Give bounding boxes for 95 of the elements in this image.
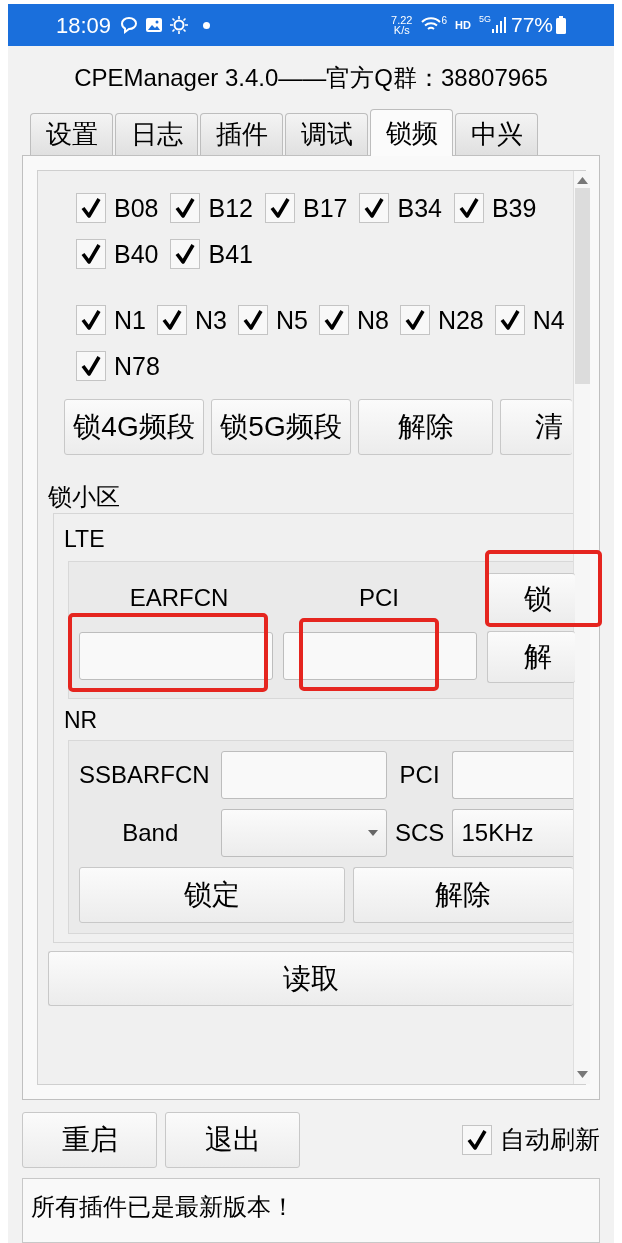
ssbarfcn-field[interactable] [221, 751, 387, 799]
check-icon [363, 197, 386, 219]
network-speed: 7.22 K/s [391, 15, 413, 35]
check-icon [498, 309, 521, 331]
nr-button[interactable]: 锁定 [79, 867, 345, 923]
checkbox[interactable] [318, 305, 349, 335]
check-icon [174, 243, 197, 265]
field-label: PCI [358, 583, 400, 613]
band-label: N4 [532, 307, 565, 333]
hd-label: HD [455, 17, 471, 33]
band-button[interactable]: 清 [500, 399, 572, 455]
check-icon [80, 355, 102, 377]
image-icon [145, 16, 164, 34]
group-title: LTE [64, 528, 106, 551]
auto-refresh-label: 自动刷新 [500, 1124, 600, 1156]
checkbox[interactable] [76, 351, 106, 381]
check-icon [322, 309, 345, 331]
network-type: 5G [478, 13, 491, 27]
check-icon [241, 309, 264, 331]
check-icon [80, 243, 102, 265]
checkbox[interactable] [76, 305, 106, 335]
check-icon [457, 197, 480, 219]
pci-field[interactable] [452, 751, 573, 799]
band-label: B17 [302, 195, 348, 221]
field-label: PCI [398, 760, 441, 790]
check-icon [80, 197, 102, 219]
field-label: Band [121, 818, 180, 848]
band-button[interactable]: 解除 [358, 399, 493, 455]
band-label: B40 [114, 241, 159, 267]
scrollbar[interactable] [573, 171, 590, 1084]
band-label: N1 [114, 307, 146, 333]
checkbox[interactable] [264, 193, 295, 223]
bottom-button[interactable]: 重启 [22, 1112, 157, 1168]
band-label: B34 [397, 195, 442, 221]
group-title: NR [64, 709, 99, 732]
band-label: B08 [114, 195, 159, 221]
window-title: CPEManager 3.4.0——官方Q群：38807965 [74, 63, 548, 93]
dropdown-caret-icon [367, 830, 378, 836]
band-button[interactable]: 锁5G频段 [211, 399, 351, 455]
nr-button[interactable]: 解除 [352, 867, 573, 923]
message-text: 所有插件已是最新版本！ [31, 1193, 295, 1220]
tab[interactable]: 设置 [30, 113, 113, 155]
dot-icon [203, 21, 211, 29]
section-title: 锁小区 [48, 485, 121, 509]
wifi-standard-label: 6 [441, 13, 448, 28]
band-label: N5 [275, 307, 308, 333]
tab[interactable]: 日志 [115, 113, 198, 155]
band-label: N28 [437, 307, 484, 333]
sun-icon [169, 15, 190, 35]
tab[interactable]: 锁频 [370, 109, 453, 156]
check-icon [403, 309, 426, 331]
lock-button[interactable]: 锁 [487, 573, 575, 625]
earfcn-field[interactable] [79, 632, 273, 680]
unlock-button[interactable]: 解 [487, 631, 575, 683]
battery-icon [556, 16, 566, 34]
check-icon [160, 309, 183, 331]
checkbox[interactable] [170, 239, 201, 269]
field-label: EARFCN [128, 583, 230, 613]
band-label: N3 [194, 307, 227, 333]
battery-percent: 77% [510, 12, 553, 39]
signal-icon [490, 16, 507, 34]
check-icon [80, 309, 102, 331]
scrollbar-thumb[interactable] [574, 188, 590, 384]
band-label: N8 [356, 307, 389, 333]
band-button[interactable]: 锁4G频段 [64, 399, 204, 455]
field-label: SSBARFCN [79, 760, 211, 790]
check-icon [174, 197, 197, 219]
field-label: SCS [393, 818, 446, 848]
checkbox[interactable] [453, 193, 484, 223]
check-icon [268, 197, 291, 219]
checkbox[interactable] [494, 305, 525, 335]
checkbox[interactable] [156, 305, 187, 335]
checkbox[interactable] [462, 1125, 492, 1155]
checkbox[interactable] [399, 305, 430, 335]
checkbox[interactable] [359, 193, 390, 223]
scroll-down-icon[interactable] [576, 1071, 588, 1078]
band-label: B39 [491, 195, 537, 221]
chat-bubble-icon [119, 15, 140, 35]
status-time: 18:09 [56, 11, 112, 40]
checkbox[interactable] [237, 305, 268, 335]
tab[interactable]: 中兴 [455, 113, 538, 155]
scs-field[interactable]: 15KHz [452, 809, 573, 857]
tab[interactable]: 插件 [200, 113, 283, 155]
checkbox[interactable] [76, 193, 106, 223]
band-label: N78 [114, 353, 160, 379]
checkbox[interactable] [76, 239, 106, 269]
tab[interactable]: 调试 [285, 113, 368, 155]
pci-field[interactable] [283, 632, 477, 680]
read-button[interactable]: 读取 [48, 951, 573, 1006]
scroll-up-icon[interactable] [576, 177, 588, 184]
checkbox[interactable] [170, 193, 201, 223]
band-label: B41 [208, 241, 253, 267]
band-label: B12 [208, 195, 253, 221]
check-icon [466, 1129, 488, 1151]
bottom-button[interactable]: 退出 [165, 1112, 300, 1168]
